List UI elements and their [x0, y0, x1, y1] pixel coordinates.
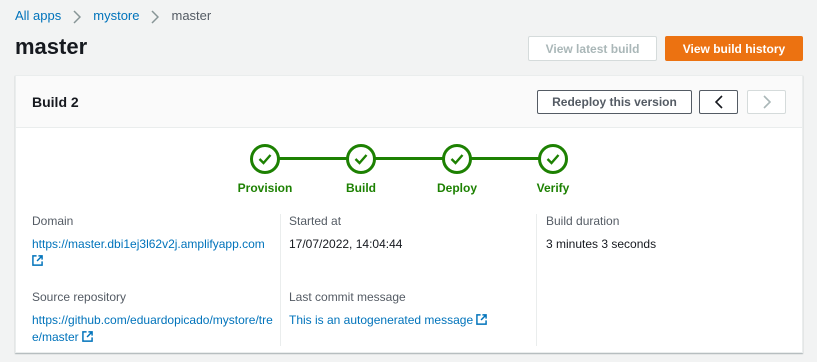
build-duration-value: 3 minutes 3 seconds — [546, 237, 657, 251]
source-repository-link[interactable]: https://github.com/eduardopicado/mystore… — [32, 312, 280, 346]
build-title: Build 2 — [32, 94, 79, 110]
last-commit-label: Last commit message — [289, 290, 406, 304]
step-label: Deploy — [436, 181, 477, 195]
started-at-label: Started at — [289, 214, 342, 228]
chevron-right-icon — [151, 9, 160, 24]
check-icon — [442, 144, 472, 174]
build-card-header: Build 2 Redeploy this version — [16, 76, 802, 128]
step-label: Verify — [536, 181, 570, 195]
breadcrumb-current: master — [171, 8, 212, 23]
breadcrumb: All apps mystore master — [15, 8, 212, 24]
build-card: Build 2 Redeploy this version Provision … — [15, 75, 803, 353]
check-icon — [250, 144, 280, 174]
page-title: master — [15, 34, 88, 59]
view-latest-build-button[interactable]: View latest build — [528, 36, 657, 61]
external-link-icon[interactable] — [82, 331, 93, 342]
step-provision: Provision — [225, 144, 305, 195]
step-label: Build — [346, 181, 376, 195]
check-icon — [538, 144, 568, 174]
step-label: Provision — [237, 181, 293, 195]
external-link-icon[interactable] — [32, 255, 43, 266]
redeploy-button[interactable]: Redeploy this version — [537, 90, 692, 114]
previous-build-button[interactable] — [699, 90, 738, 114]
source-repository-url[interactable]: https://github.com/eduardopicado/mystore… — [32, 313, 273, 344]
started-at-value: 17/07/2022, 14:04:44 — [289, 237, 403, 251]
domain-url[interactable]: https://master.dbi1ej3l62v2j.amplifyapp.… — [32, 237, 265, 251]
breadcrumb-mystore[interactable]: mystore — [93, 8, 139, 23]
step-verify: Verify — [513, 144, 593, 195]
check-icon — [346, 144, 376, 174]
external-link-icon[interactable] — [476, 314, 488, 325]
last-commit-link[interactable]: This is an autogenerated message — [289, 312, 536, 329]
chevron-right-icon — [73, 9, 82, 24]
view-build-history-button[interactable]: View build history — [665, 36, 803, 61]
last-commit-message[interactable]: This is an autogenerated message — [289, 313, 473, 327]
next-build-button[interactable] — [747, 90, 786, 114]
build-duration-label: Build duration — [546, 214, 620, 228]
details-column: Started at 17/07/2022, 14:04:44 Last com… — [280, 214, 536, 346]
step-build: Build — [321, 144, 401, 195]
details-column: Domain https://master.dbi1ej3l62v2j.ampl… — [32, 214, 280, 346]
step-deploy: Deploy — [417, 144, 497, 195]
chevron-left-icon — [714, 95, 723, 109]
domain-link[interactable]: https://master.dbi1ej3l62v2j.amplifyapp.… — [32, 236, 280, 270]
chevron-right-icon — [762, 95, 771, 109]
domain-label: Domain — [32, 214, 74, 228]
details-column: Build duration 3 minutes 3 seconds — [536, 214, 788, 346]
breadcrumb-all-apps[interactable]: All apps — [15, 8, 61, 23]
source-repository-label: Source repository — [32, 290, 127, 304]
